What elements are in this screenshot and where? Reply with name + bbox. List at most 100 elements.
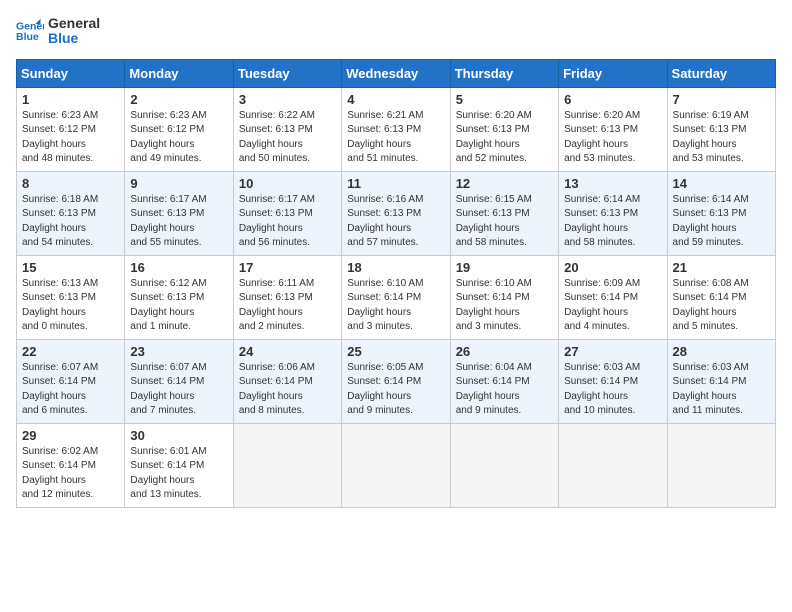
day-number: 23 bbox=[130, 344, 227, 359]
day-info: Sunrise: 6:01 AMSunset: 6:14 PMDaylight … bbox=[130, 445, 227, 503]
day-info: Sunrise: 6:06 AMSunset: 6:14 PMDaylight … bbox=[239, 361, 336, 419]
day-info: Sunrise: 6:07 AMSunset: 6:14 PMDaylight … bbox=[130, 361, 227, 419]
calendar-day-cell: 9 Sunrise: 6:17 AMSunset: 6:13 PMDaylight… bbox=[125, 171, 233, 255]
calendar-day-cell bbox=[233, 423, 341, 507]
day-info: Sunrise: 6:16 AMSunset: 6:13 PMDaylight … bbox=[347, 193, 444, 251]
day-info: Sunrise: 6:22 AMSunset: 6:13 PMDaylight … bbox=[239, 109, 336, 167]
day-number: 11 bbox=[347, 176, 444, 191]
calendar-week-row: 1 Sunrise: 6:23 AMSunset: 6:12 PMDaylight… bbox=[17, 87, 776, 171]
day-info: Sunrise: 6:12 AMSunset: 6:13 PMDaylight … bbox=[130, 277, 227, 335]
calendar-day-cell: 15 Sunrise: 6:13 AMSunset: 6:13 PMDayligh… bbox=[17, 255, 125, 339]
day-info: Sunrise: 6:23 AMSunset: 6:12 PMDaylight … bbox=[22, 109, 119, 167]
day-info: Sunrise: 6:21 AMSunset: 6:13 PMDaylight … bbox=[347, 109, 444, 167]
calendar-day-cell: 28 Sunrise: 6:03 AMSunset: 6:14 PMDayligh… bbox=[667, 339, 775, 423]
day-info: Sunrise: 6:14 AMSunset: 6:13 PMDaylight … bbox=[673, 193, 770, 251]
calendar-day-cell: 25 Sunrise: 6:05 AMSunset: 6:14 PMDayligh… bbox=[342, 339, 450, 423]
day-number: 16 bbox=[130, 260, 227, 275]
calendar-day-cell: 2 Sunrise: 6:23 AMSunset: 6:12 PMDaylight… bbox=[125, 87, 233, 171]
day-number: 20 bbox=[564, 260, 661, 275]
day-info: Sunrise: 6:15 AMSunset: 6:13 PMDaylight … bbox=[456, 193, 553, 251]
day-number: 27 bbox=[564, 344, 661, 359]
day-number: 7 bbox=[673, 92, 770, 107]
day-number: 4 bbox=[347, 92, 444, 107]
day-number: 29 bbox=[22, 428, 119, 443]
day-number: 9 bbox=[130, 176, 227, 191]
calendar-day-cell: 26Sunrise: 6:04 AMSunset: 6:14 PMDayligh… bbox=[450, 339, 558, 423]
calendar-day-cell: 17 Sunrise: 6:11 AMSunset: 6:13 PMDayligh… bbox=[233, 255, 341, 339]
calendar-day-cell: 13 Sunrise: 6:14 AMSunset: 6:13 PMDayligh… bbox=[559, 171, 667, 255]
calendar-day-cell: 21 Sunrise: 6:08 AMSunset: 6:14 PMDayligh… bbox=[667, 255, 775, 339]
calendar-week-row: 8 Sunrise: 6:18 AMSunset: 6:13 PMDaylight… bbox=[17, 171, 776, 255]
day-info: Sunrise: 6:05 AMSunset: 6:14 PMDaylight … bbox=[347, 361, 444, 419]
day-info: Sunrise: 6:17 AMSunset: 6:13 PMDaylight … bbox=[130, 193, 227, 251]
calendar-day-cell: 27 Sunrise: 6:03 AMSunset: 6:14 PMDayligh… bbox=[559, 339, 667, 423]
weekday-header-cell: Tuesday bbox=[233, 59, 341, 87]
day-info: Sunrise: 6:23 AMSunset: 6:12 PMDaylight … bbox=[130, 109, 227, 167]
page-header: General Blue GeneralBlue bbox=[16, 16, 776, 47]
day-info: Sunrise: 6:17 AMSunset: 6:13 PMDaylight … bbox=[239, 193, 336, 251]
day-number: 12 bbox=[456, 176, 553, 191]
day-info: Sunrise: 6:19 AMSunset: 6:13 PMDaylight … bbox=[673, 109, 770, 167]
day-info: Sunrise: 6:14 AMSunset: 6:13 PMDaylight … bbox=[564, 193, 661, 251]
day-info: Sunrise: 6:04 AMSunset: 6:14 PMDaylight … bbox=[456, 361, 553, 419]
day-number: 28 bbox=[673, 344, 770, 359]
calendar-day-cell: 22 Sunrise: 6:07 AMSunset: 6:14 PMDayligh… bbox=[17, 339, 125, 423]
calendar-body: 1 Sunrise: 6:23 AMSunset: 6:12 PMDaylight… bbox=[17, 87, 776, 507]
weekday-header-cell: Friday bbox=[559, 59, 667, 87]
weekday-header-cell: Wednesday bbox=[342, 59, 450, 87]
day-number: 14 bbox=[673, 176, 770, 191]
calendar-day-cell: 19 Sunrise: 6:10 AMSunset: 6:14 PMDayligh… bbox=[450, 255, 558, 339]
weekday-header-cell: Monday bbox=[125, 59, 233, 87]
day-number: 21 bbox=[673, 260, 770, 275]
logo-text: GeneralBlue bbox=[48, 16, 100, 47]
calendar-day-cell bbox=[667, 423, 775, 507]
day-info: Sunrise: 6:13 AMSunset: 6:13 PMDaylight … bbox=[22, 277, 119, 335]
calendar-week-row: 22 Sunrise: 6:07 AMSunset: 6:14 PMDayligh… bbox=[17, 339, 776, 423]
day-info: Sunrise: 6:03 AMSunset: 6:14 PMDaylight … bbox=[564, 361, 661, 419]
day-number: 5 bbox=[456, 92, 553, 107]
calendar-day-cell: 5Sunrise: 6:20 AMSunset: 6:13 PMDaylight… bbox=[450, 87, 558, 171]
calendar-day-cell: 3 Sunrise: 6:22 AMSunset: 6:13 PMDaylight… bbox=[233, 87, 341, 171]
calendar-day-cell bbox=[342, 423, 450, 507]
calendar-day-cell: 12 Sunrise: 6:15 AMSunset: 6:13 PMDayligh… bbox=[450, 171, 558, 255]
day-info: Sunrise: 6:03 AMSunset: 6:14 PMDaylight … bbox=[673, 361, 770, 419]
day-number: 25 bbox=[347, 344, 444, 359]
calendar-day-cell: 1 Sunrise: 6:23 AMSunset: 6:12 PMDaylight… bbox=[17, 87, 125, 171]
weekday-header-row: SundayMondayTuesdayWednesdayThursdayFrid… bbox=[17, 59, 776, 87]
day-info: Sunrise: 6:08 AMSunset: 6:14 PMDaylight … bbox=[673, 277, 770, 335]
day-number: 3 bbox=[239, 92, 336, 107]
logo-icon: General Blue bbox=[16, 17, 44, 45]
day-number: 6 bbox=[564, 92, 661, 107]
day-number: 30 bbox=[130, 428, 227, 443]
day-info: Sunrise: 6:11 AMSunset: 6:13 PMDaylight … bbox=[239, 277, 336, 335]
day-info: Sunrise: 6:18 AMSunset: 6:13 PMDaylight … bbox=[22, 193, 119, 251]
calendar-day-cell: 30 Sunrise: 6:01 AMSunset: 6:14 PMDayligh… bbox=[125, 423, 233, 507]
calendar-day-cell: 14 Sunrise: 6:14 AMSunset: 6:13 PMDayligh… bbox=[667, 171, 775, 255]
day-number: 17 bbox=[239, 260, 336, 275]
weekday-header-cell: Saturday bbox=[667, 59, 775, 87]
calendar-day-cell: 20Sunrise: 6:09 AMSunset: 6:14 PMDayligh… bbox=[559, 255, 667, 339]
day-number: 15 bbox=[22, 260, 119, 275]
calendar-day-cell: 18Sunrise: 6:10 AMSunset: 6:14 PMDayligh… bbox=[342, 255, 450, 339]
day-number: 22 bbox=[22, 344, 119, 359]
calendar-day-cell: 23 Sunrise: 6:07 AMSunset: 6:14 PMDayligh… bbox=[125, 339, 233, 423]
logo: General Blue GeneralBlue bbox=[16, 16, 100, 47]
day-number: 24 bbox=[239, 344, 336, 359]
day-number: 8 bbox=[22, 176, 119, 191]
calendar-day-cell: 8 Sunrise: 6:18 AMSunset: 6:13 PMDaylight… bbox=[17, 171, 125, 255]
weekday-header-cell: Sunday bbox=[17, 59, 125, 87]
day-number: 2 bbox=[130, 92, 227, 107]
calendar-day-cell: 7 Sunrise: 6:19 AMSunset: 6:13 PMDaylight… bbox=[667, 87, 775, 171]
day-number: 13 bbox=[564, 176, 661, 191]
svg-text:Blue: Blue bbox=[16, 31, 39, 43]
calendar-day-cell: 29 Sunrise: 6:02 AMSunset: 6:14 PMDayligh… bbox=[17, 423, 125, 507]
day-info: Sunrise: 6:10 AMSunset: 6:14 PMDaylight … bbox=[456, 277, 553, 335]
day-number: 10 bbox=[239, 176, 336, 191]
day-info: Sunrise: 6:20 AMSunset: 6:13 PMDaylight … bbox=[564, 109, 661, 167]
day-number: 19 bbox=[456, 260, 553, 275]
calendar-week-row: 15 Sunrise: 6:13 AMSunset: 6:13 PMDayligh… bbox=[17, 255, 776, 339]
day-number: 1 bbox=[22, 92, 119, 107]
day-info: Sunrise: 6:02 AMSunset: 6:14 PMDaylight … bbox=[22, 445, 119, 503]
day-info: Sunrise: 6:07 AMSunset: 6:14 PMDaylight … bbox=[22, 361, 119, 419]
calendar-day-cell bbox=[559, 423, 667, 507]
